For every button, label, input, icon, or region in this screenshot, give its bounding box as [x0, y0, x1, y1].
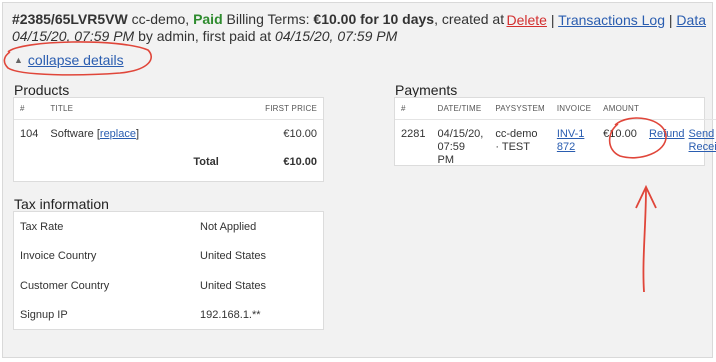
total-value: €10.00	[283, 156, 317, 168]
bracket: ]	[135, 128, 140, 140]
refund-cell: Refund	[645, 120, 686, 174]
product-name: Software	[50, 128, 94, 140]
action-separator: |	[550, 12, 555, 28]
tax-value: United States	[200, 279, 267, 292]
triangle-up-icon: ▲	[14, 55, 23, 65]
product-title: Software [replace]	[44, 120, 250, 147]
payment-datetime: 04/15/20, 07:59 PM	[431, 120, 489, 174]
created-date: 04/15/20, 07:59 PM	[12, 28, 135, 44]
tax-label: Customer Country	[20, 279, 110, 292]
products-table-box: # TITLE FIRST PRICE 104 Software [replac…	[13, 97, 324, 182]
table-row: Invoice Country United States	[14, 242, 323, 272]
table-row: Customer Country United States	[14, 271, 323, 301]
invoice-actions: Delete | Transactions Log | Data	[506, 12, 706, 28]
status-badge: Paid	[193, 11, 223, 27]
table-row: Tax Rate Not Applied	[14, 212, 323, 242]
tax-value: Not Applied	[200, 220, 257, 233]
send-receipt-line: Send	[688, 128, 715, 140]
products-table: # TITLE FIRST PRICE 104 Software [replac…	[14, 98, 323, 174]
column-header: FIRST PRICE	[250, 98, 323, 120]
payment-invoice: INV-1 872	[551, 120, 597, 174]
payment-amount: €10.00	[603, 128, 637, 140]
send-receipt-link[interactable]: SendReceipt	[689, 128, 716, 153]
payments-table-box: # DATE/TIME PAYSYSTEM INVOICE AMOUNT 228…	[394, 97, 716, 166]
total-label: Total	[193, 156, 219, 168]
collapse-details-label: collapse details	[27, 52, 124, 68]
delete-link[interactable]: Delete	[506, 12, 546, 28]
column-header: INVOICE	[550, 98, 598, 120]
total-row: Total €10.00	[14, 146, 323, 174]
tax-info-box: Tax Rate Not Applied Invoice Country Uni…	[13, 211, 324, 330]
tax-label: Invoice Country	[20, 250, 97, 263]
tax-info-title: Tax information	[14, 196, 109, 212]
tax-value: United States	[200, 250, 267, 263]
payments-table: # DATE/TIME PAYSYSTEM INVOICE AMOUNT 228…	[395, 98, 716, 173]
paysystem-mode: · TEST	[495, 141, 530, 153]
billing-terms-label: Billing Terms:	[226, 11, 310, 27]
send-receipt-cell: SendReceipt	[687, 120, 716, 174]
first-paid-date: 04/15/20, 07:59 PM	[275, 28, 398, 44]
invoice-link-line: 872	[556, 141, 576, 153]
replace-link[interactable]: replace	[100, 128, 136, 140]
products-title: Products	[14, 82, 70, 98]
action-separator: |	[668, 12, 673, 28]
product-id: 104	[20, 128, 39, 140]
column-header: #	[395, 98, 432, 120]
collapse-details-toggle[interactable]: ▲ collapse details	[14, 52, 124, 68]
product-price: €10.00	[283, 128, 317, 140]
refund-link[interactable]: Refund	[649, 128, 684, 140]
column-header: PAYSYSTEM	[489, 98, 551, 120]
paysystem-name: cc-demo	[495, 128, 538, 140]
table-row: 2281 04/15/20, 07:59 PM cc-demo · TEST I…	[395, 120, 716, 174]
column-header: #	[14, 98, 45, 120]
payment-time: 07:59 PM	[437, 141, 466, 166]
send-receipt-line: Receipt	[688, 141, 716, 153]
column-header: TITLE	[44, 98, 251, 120]
payment-paysystem: cc-demo · TEST	[489, 120, 551, 174]
transactions-log-link[interactable]: Transactions Log	[558, 12, 665, 28]
tax-label: Tax Rate	[20, 220, 64, 233]
created-by-text: by admin, first paid at	[138, 28, 272, 44]
column-header: DATE/TIME	[431, 98, 490, 120]
payment-date: 04/15/20,	[437, 128, 484, 140]
created-label: , created at	[434, 11, 505, 27]
column-header-empty	[645, 98, 687, 120]
invoice-link[interactable]: INV-1 872	[557, 128, 585, 153]
column-header-empty	[686, 98, 716, 120]
invoice-header: #2385/65LVR5VW cc-demo, Paid Billing Ter…	[12, 11, 512, 45]
column-header: AMOUNT	[597, 98, 646, 120]
tax-label: Signup IP	[20, 309, 68, 322]
empty-cell	[14, 146, 44, 174]
tax-value: 192.168.1.**	[200, 309, 261, 322]
payment-id: 2281	[401, 128, 426, 140]
table-row: 104 Software [replace] €10.00	[14, 120, 323, 147]
invoice-id: #2385/65LVR5VW	[12, 11, 128, 27]
data-link[interactable]: Data	[676, 12, 706, 28]
invoice-link-line: INV-1	[556, 128, 585, 140]
billing-terms-value: €10.00 for 10 days	[313, 11, 435, 27]
invoice-paysystem: cc-demo,	[131, 11, 190, 27]
tax-info-table: Tax Rate Not Applied Invoice Country Uni…	[14, 212, 323, 330]
payments-title: Payments	[395, 82, 458, 98]
table-row: Signup IP 192.168.1.**	[14, 301, 323, 331]
